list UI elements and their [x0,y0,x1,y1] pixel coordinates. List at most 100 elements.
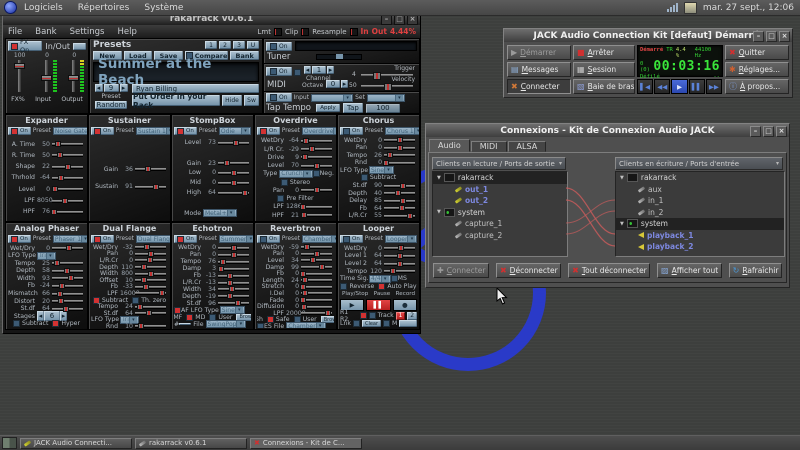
effect-on-button[interactable]: On [91,127,114,135]
param-slider[interactable] [52,154,83,156]
param-slider[interactable] [384,263,415,265]
jack-quitter-button[interactable]: ✖Quitter [725,45,789,60]
param-slider[interactable] [218,247,249,249]
m-field[interactable] [399,320,417,327]
tap-bpm-field[interactable]: 100 [366,104,400,113]
jack-démarrer-button[interactable]: ▶Démarrer [507,45,571,60]
effect-on-button[interactable]: On [340,235,363,243]
tap-input-dropdown[interactable]: ▾ [311,94,353,102]
bank-slot-1[interactable]: 1 [205,41,217,49]
slider-handle[interactable] [68,275,74,281]
hide-button[interactable]: Hide [222,95,242,106]
slider-handle[interactable] [397,145,403,151]
slider-handle[interactable] [325,310,331,316]
led-indicator[interactable] [353,320,360,327]
effect-on-button[interactable]: On [340,127,363,135]
tuner-on-button[interactable]: On [266,42,292,51]
jack-réglages--button[interactable]: ✱Réglages... [725,62,789,77]
tray-icon[interactable] [684,2,697,14]
port-row-playback_2[interactable]: playback_2 [616,241,784,253]
slider-handle[interactable] [398,245,404,251]
slider-track[interactable] [45,60,48,92]
led-indicator[interactable] [360,312,367,319]
slider-handle[interactable] [147,257,153,263]
slider-handle[interactable] [55,141,61,147]
minimize-button[interactable]: – [753,31,764,42]
slider-handle[interactable] [227,280,233,286]
effect-on-button[interactable]: On [91,235,114,243]
slider-handle[interactable] [57,291,63,297]
minimize-button[interactable]: – [750,126,761,137]
param-slider[interactable] [384,147,415,149]
slider-handle[interactable] [57,152,63,158]
param-slider[interactable] [218,182,249,184]
slider-handle[interactable] [314,187,320,193]
slider-handle[interactable] [399,205,405,211]
slider-handle[interactable] [146,310,152,316]
jack-messages-button[interactable]: ▤Messages [507,62,571,77]
bank-slot-2[interactable]: 2 [219,41,231,49]
effect-on-button[interactable]: On [8,127,31,135]
readable-clients-header[interactable]: Clients en lecture / Ports de sortie▾ [432,157,566,170]
slider-handle[interactable] [309,146,315,152]
slider-handle[interactable] [300,271,306,277]
track-1-button[interactable]: 1 [396,312,406,320]
pause-button[interactable]: ▌▌ [689,79,705,94]
led-indicator[interactable] [11,236,18,243]
param-slider[interactable] [218,261,249,263]
slider-handle[interactable] [231,170,237,176]
slider-handle[interactable] [220,259,226,265]
slider-handle[interactable] [63,306,69,312]
file-dropdown[interactable]: SwingPop▾ [206,320,247,328]
checkbox-hyper[interactable]: Hyper [52,320,80,327]
preset-number[interactable]: 9 [104,84,119,92]
slider-handle[interactable] [319,264,325,270]
param-slider[interactable] [135,286,166,288]
param-slider[interactable] [135,273,166,275]
param-slider[interactable] [301,299,332,301]
param-slider[interactable] [384,215,415,217]
param-slider[interactable] [52,270,83,272]
param-slider[interactable] [52,211,83,213]
param-slider[interactable] [135,292,166,294]
led-indicator[interactable] [94,128,101,135]
slider-handle[interactable] [397,253,403,259]
param-slider[interactable] [218,288,249,290]
led-indicator[interactable] [260,236,267,243]
order-rack-button[interactable]: Put Order in your Rack [132,95,220,106]
param-slider[interactable] [384,255,415,257]
slider-handle[interactable] [397,261,403,267]
rk-menu-help[interactable]: Help [117,27,136,37]
param-slider[interactable] [218,162,249,164]
rewind-button[interactable]: ◀◀ [654,79,670,94]
param-slider[interactable] [135,306,166,308]
led-indicator[interactable] [177,128,184,135]
slider-handle[interactable] [64,268,70,274]
param-dropdown[interactable]: Metal+▾ [203,209,237,217]
param-slider[interactable] [52,188,83,190]
tab-midi[interactable]: MIDI [471,141,507,152]
param-slider[interactable] [218,254,249,256]
checkbox-reverse[interactable]: Reverse [340,283,374,290]
expander-icon[interactable]: ▼ [437,209,441,215]
preset-prev-button[interactable]: ◂ [95,84,103,92]
param-slider[interactable] [218,302,249,304]
param-slider[interactable] [218,268,249,270]
param-slider[interactable] [135,186,166,188]
param-slider[interactable] [384,247,415,249]
param-slider[interactable] [301,279,332,281]
rk-menu-settings[interactable]: Settings [70,27,105,37]
param-slider[interactable] [135,325,166,327]
slider-track[interactable] [72,60,75,92]
slider-handle[interactable] [383,160,389,166]
led-indicator[interactable] [94,236,101,243]
param-slider[interactable] [135,168,166,170]
slider-handle[interactable] [62,198,68,204]
led-indicator[interactable] [257,323,264,328]
slider-handle[interactable] [231,252,237,258]
file-dropdown[interactable]: Chamber▾ [286,322,325,328]
checkbox-md[interactable]: MD [186,314,205,321]
file-spinner[interactable] [179,323,191,325]
io-aux-button[interactable] [73,43,86,50]
effect-preset-dropdown[interactable]: Looper▾ [385,235,418,243]
